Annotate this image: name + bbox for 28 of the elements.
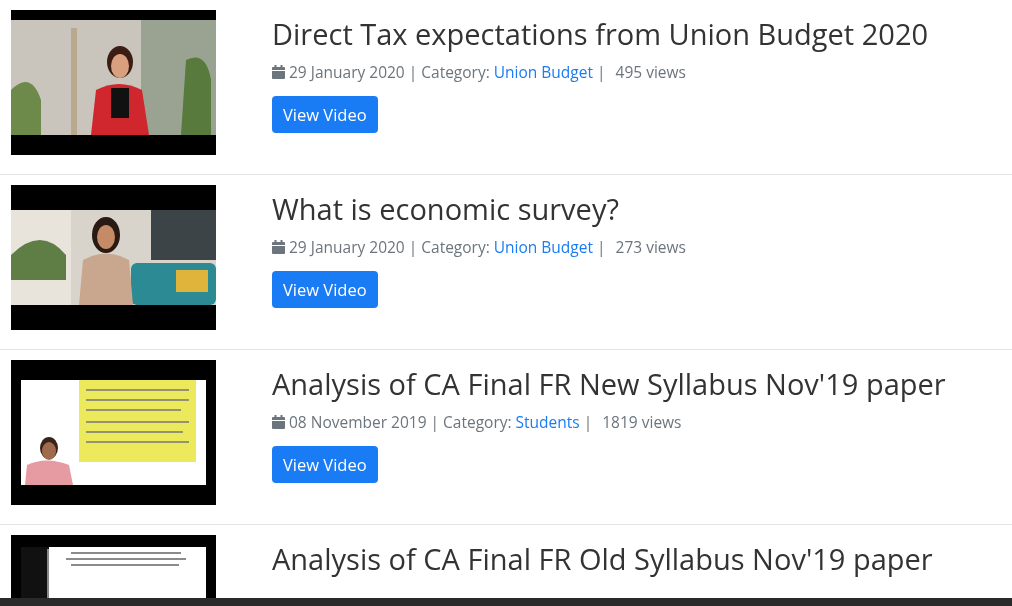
view-video-button[interactable]: View Video <box>272 271 378 308</box>
separator-text: | <box>408 236 418 258</box>
separator-text: | <box>430 411 440 433</box>
separator-text: | <box>583 411 593 433</box>
category-link[interactable]: Union Budget <box>493 61 593 83</box>
calendar-icon <box>272 415 285 429</box>
category-link[interactable]: Students <box>515 411 580 433</box>
separator-text: | <box>408 61 418 83</box>
date-text: 29 January 2020 <box>289 236 405 258</box>
date-text: 08 November 2019 <box>289 411 427 433</box>
category-label: Category: <box>421 61 490 83</box>
view-video-button[interactable]: View Video <box>272 446 378 483</box>
separator-text: | <box>597 236 606 258</box>
views-count: 273 views <box>615 236 686 258</box>
views-count: 495 views <box>615 61 686 83</box>
calendar-icon <box>272 65 285 79</box>
video-title[interactable]: Analysis of CA Final FR Old Syllabus Nov'19 paper <box>272 541 933 577</box>
calendar-icon <box>272 240 285 254</box>
video-title[interactable]: What is economic survey? <box>272 191 619 227</box>
category-link[interactable]: Union Budget <box>493 236 593 258</box>
view-video-button[interactable]: View Video <box>272 96 378 133</box>
video-title[interactable]: Analysis of CA Final FR New Syllabus Nov'19 paper <box>272 366 946 402</box>
category-label: Category: <box>443 411 512 433</box>
category-label: Category: <box>421 236 490 258</box>
views-count: 1819 views <box>602 411 682 433</box>
video-title[interactable]: Direct Tax expectations from Union Budget 2020 <box>272 16 929 52</box>
separator-text: | <box>597 61 606 83</box>
date-text: 29 January 2020 <box>289 61 405 83</box>
